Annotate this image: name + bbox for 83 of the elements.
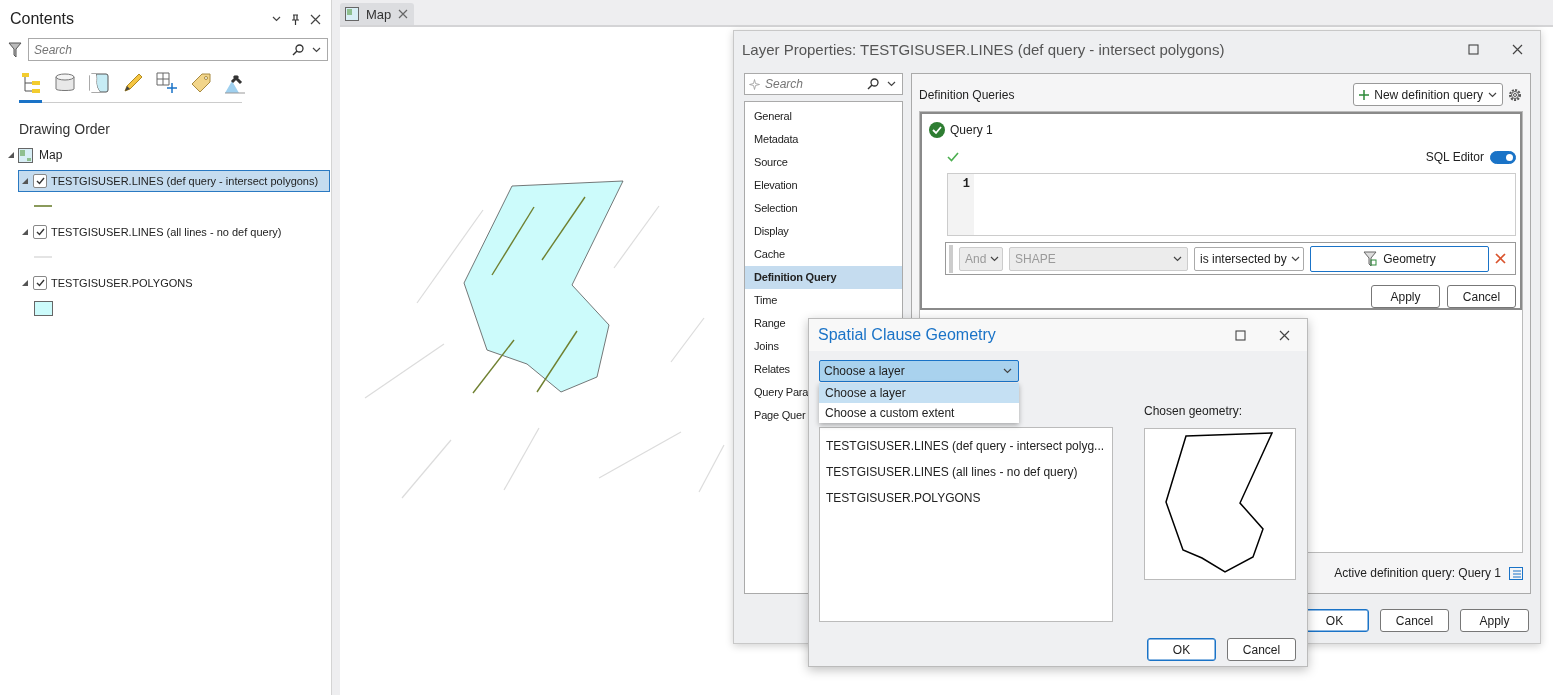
query-list-icon[interactable]: [1509, 566, 1523, 580]
close-icon[interactable]: [1512, 43, 1523, 55]
search-icon[interactable]: [867, 78, 879, 90]
maximize-icon[interactable]: [1235, 329, 1246, 341]
dialog-button[interactable]: Apply: [1371, 285, 1440, 308]
layer-label: TESTGISUSER.LINES (all lines - no def query): [51, 226, 282, 238]
page-list-item[interactable]: General: [745, 105, 902, 128]
database-icon: [54, 72, 76, 94]
search-field[interactable]: Search: [28, 38, 328, 61]
dropdown-option[interactable]: Choose a layer: [819, 383, 1019, 403]
page-list-item[interactable]: Elevation: [745, 174, 902, 197]
page-list-item[interactable]: Display: [745, 220, 902, 243]
expanded-triangle-icon[interactable]: [21, 279, 29, 287]
dropdown-option[interactable]: Choose a custom extent: [819, 403, 1019, 423]
map-icon: [88, 72, 110, 94]
dialog-button[interactable]: Apply: [1460, 609, 1529, 632]
page-list-item[interactable]: Time: [745, 289, 902, 312]
checkbox[interactable]: [33, 276, 47, 290]
query-name: Query 1: [950, 122, 993, 137]
dialog-title: Layer Properties: TESTGISUSER.LINES (def query - intersect polygons): [742, 40, 1226, 58]
toggle-label: SQL Editor: [1425, 150, 1484, 165]
search-icon[interactable]: [292, 44, 304, 56]
layer-row[interactable]: TESTGISUSER.LINES (def query - intersect polygons): [18, 170, 330, 192]
collapse-icon[interactable]: [272, 16, 281, 22]
checkbox[interactable]: [33, 174, 47, 188]
filter-icon: [1363, 250, 1378, 267]
maximize-icon[interactable]: [1468, 43, 1479, 55]
dialog-button[interactable]: Cancel: [1227, 638, 1296, 661]
page-list-item[interactable]: Cache: [745, 243, 902, 266]
section-heading: Definition Queries: [919, 87, 1016, 102]
dialog-button[interactable]: Cancel: [1380, 609, 1449, 632]
status-text: Active definition query: Query 1: [1334, 566, 1501, 581]
layer-label: TESTGISUSER.POLYGONS: [51, 277, 193, 289]
pencil-icon: [122, 72, 144, 94]
layer-source-dropdown[interactable]: Choose a layer: [819, 360, 1019, 382]
layer-list-item[interactable]: TESTGISUSER.LINES (all lines - no def query): [820, 459, 1112, 485]
layer-list-item[interactable]: TESTGISUSER.POLYGONS: [820, 485, 1112, 511]
page-list-item[interactable]: Metadata: [745, 128, 902, 151]
gear-icon[interactable]: [1507, 86, 1523, 103]
layer-tree-icon: [20, 72, 42, 94]
layer-label: TESTGISUSER.LINES (def query - intersect polygons): [51, 175, 319, 187]
search-field[interactable]: Search: [744, 73, 903, 95]
plus-icon: [1359, 89, 1370, 100]
layer-row[interactable]: TESTGISUSER.POLYGONS: [18, 272, 330, 294]
page-list-item[interactable]: Definition Query: [745, 266, 902, 289]
dialog-title: Spatial Clause Geometry: [818, 326, 997, 344]
filter-icon[interactable]: [8, 41, 22, 58]
close-icon[interactable]: [310, 13, 321, 25]
line-number: 1: [961, 176, 970, 191]
map-icon: [345, 7, 359, 21]
close-icon[interactable]: [398, 9, 409, 19]
grid-plus-icon: [156, 72, 178, 94]
field-label: Chosen geometry:: [1144, 404, 1244, 418]
new-query-button[interactable]: New definition query: [1353, 83, 1503, 106]
layer-row[interactable]: TESTGISUSER.LINES (all lines - no def query): [18, 221, 330, 243]
tag-icon: [190, 72, 212, 94]
close-icon[interactable]: [1279, 329, 1290, 341]
expanded-triangle-icon[interactable]: [21, 177, 29, 185]
tree-item-label: Map: [39, 148, 63, 162]
layer-list-item[interactable]: TESTGISUSER.LINES (def query - intersect polyg...: [820, 433, 1112, 459]
chevron-down-icon[interactable]: [1488, 91, 1497, 98]
dialog-button[interactable]: OK: [1147, 638, 1216, 661]
geometry-button[interactable]: Geometry: [1310, 245, 1489, 272]
checkbox[interactable]: [33, 225, 47, 239]
sparkle-icon: [749, 79, 760, 90]
section-heading: Drawing Order: [19, 121, 112, 137]
expanded-triangle-icon[interactable]: [21, 228, 29, 236]
check-mark-icon: [35, 228, 45, 236]
sql-editor[interactable]: 1: [947, 172, 1516, 237]
page-list-item[interactable]: Selection: [745, 197, 902, 220]
pane-title: Contents: [10, 10, 76, 28]
dialog-button[interactable]: Cancel: [1447, 285, 1516, 308]
page-list-item[interactable]: Source: [745, 151, 902, 174]
check-mark-icon: [35, 279, 45, 287]
map-tab[interactable]: Map: [340, 3, 415, 25]
expanded-triangle-icon[interactable]: [7, 151, 15, 159]
pin-icon[interactable]: [291, 13, 300, 25]
remove-icon[interactable]: [1495, 253, 1506, 265]
dropdown[interactable]: is intersected by: [1194, 246, 1304, 271]
satellite-icon: [224, 72, 246, 94]
toggle-switch[interactable]: [1490, 151, 1516, 164]
check-mark-icon: [35, 177, 45, 185]
map-icon: [18, 147, 33, 163]
